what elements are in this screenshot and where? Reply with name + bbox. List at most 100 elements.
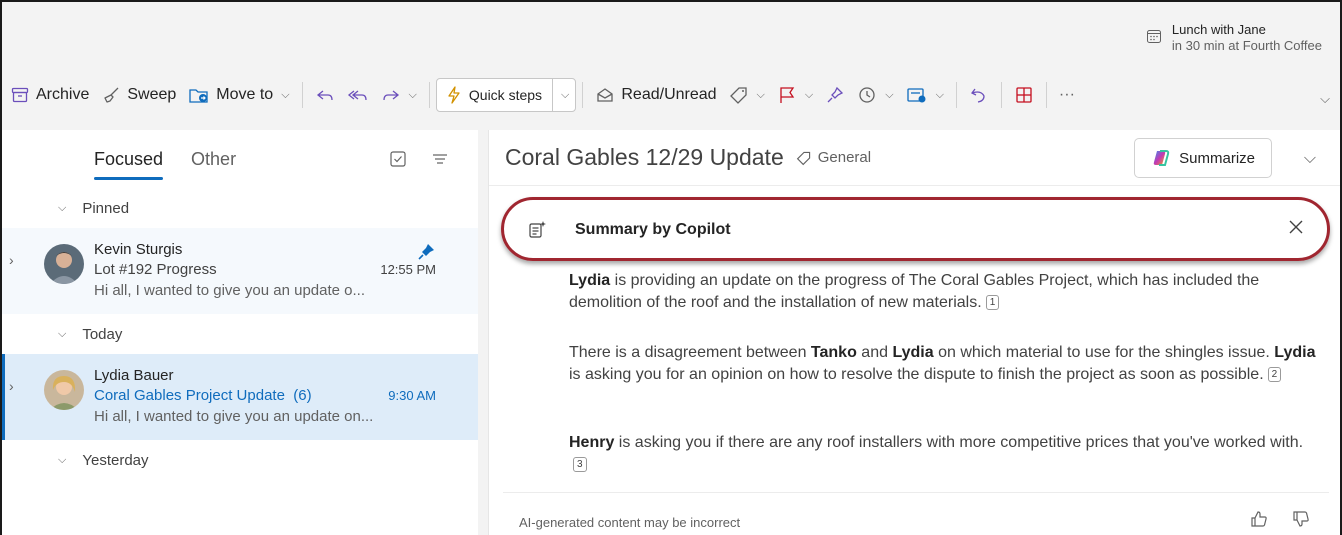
copilot-summary-card: Summary by Copilot Lydia is providing an… (501, 197, 1330, 535)
summarize-button[interactable]: Summarize (1134, 138, 1272, 178)
chevron-down-icon: ⌵ (935, 88, 944, 101)
tab-focused[interactable]: Focused (94, 130, 164, 188)
summarize-label: Summarize (1179, 149, 1255, 167)
message-item[interactable]: › Kevin Sturgis Lot #192 Progress 12:55 … (2, 228, 478, 314)
ribbon-divider (1000, 82, 1002, 108)
message-list-pane: Focused Other ⌵ Pinned › Kevin Sturgis L… (2, 130, 478, 535)
move-to-label: Move to (216, 86, 274, 103)
snooze-button[interactable]: ⌵ (851, 78, 899, 112)
summary-text: on which material to use for the shingle… (933, 344, 1275, 361)
reminder-title: Lunch with Jane (1171, 22, 1266, 37)
forward-button[interactable]: ⌵ (375, 78, 423, 112)
group-label: Pinned (82, 199, 130, 217)
archive-button[interactable]: Archive (2, 78, 95, 112)
tag-icon (729, 87, 747, 104)
chevron-right-icon[interactable]: › (9, 252, 14, 268)
chevron-down-icon: ⌵ (885, 88, 894, 101)
chevron-right-icon[interactable]: › (9, 378, 14, 394)
ribbon-toolbar: Archive Sweep Move to ⌵ ⌵ Quick steps ⌵ (2, 68, 1340, 122)
categorize-button[interactable]: ⌵ (723, 78, 771, 112)
reply-button[interactable] (309, 78, 341, 112)
quick-steps-button[interactable]: Quick steps ⌵ (435, 78, 577, 112)
ribbon-expand-icon[interactable]: ⌵ (1318, 90, 1330, 108)
pin-icon (827, 86, 844, 103)
copilot-summary-header: Summary by Copilot (503, 200, 1329, 260)
person-name: Henry (569, 434, 615, 451)
message-time: 9:30 AM (388, 388, 436, 403)
forward-icon (382, 90, 399, 101)
envelope-open-icon (597, 88, 614, 102)
lightning-icon (448, 86, 460, 104)
feedback-buttons (1249, 509, 1311, 529)
chevron-down-icon[interactable]: ⌵ (552, 79, 575, 111)
summary-text: is asking you if there are any roof inst… (614, 434, 1304, 451)
summary-paragraph-1: Lydia is providing an update on the prog… (569, 270, 1319, 314)
summary-text: is providing an update on the progress o… (569, 272, 1260, 311)
message-subject: Lot #192 Progress (94, 261, 217, 278)
move-to-button[interactable]: Move to ⌵ (182, 78, 295, 112)
copilot-icon (1153, 150, 1170, 166)
message-subject: Coral Gables Project Update (6) (94, 387, 312, 404)
apps-button[interactable] (1008, 78, 1040, 112)
list-tools (388, 149, 450, 169)
person-name: Lydia (892, 344, 934, 361)
ribbon-divider (955, 82, 957, 108)
inbox-tabs: Focused Other (2, 130, 478, 188)
summary-sparkle-icon (529, 221, 546, 238)
ribbon-divider (582, 82, 584, 108)
summary-paragraph-2: There is a disagreement between Tanko an… (569, 342, 1319, 386)
more-options-button[interactable]: ··· (1053, 78, 1081, 112)
filter-icon[interactable] (430, 149, 450, 169)
thumbs-up-icon[interactable] (1249, 509, 1269, 529)
sweep-button[interactable]: Sweep (95, 78, 182, 112)
citation-badge[interactable]: 2 (1267, 367, 1282, 382)
category-tag[interactable]: General (796, 149, 871, 166)
select-all-icon[interactable] (388, 149, 408, 169)
read-unread-button[interactable]: Read/Unread (589, 78, 722, 112)
calendar-reminder[interactable]: Lunch with Jane in 30 min at Fourth Coff… (1146, 22, 1322, 54)
person-name: Lydia (569, 272, 611, 289)
reply-all-button[interactable] (341, 78, 375, 112)
group-header-pinned[interactable]: ⌵ Pinned (2, 188, 478, 228)
email-title: Coral Gables 12/29 Update (505, 144, 784, 170)
message-preview: Hi all, I wanted to give you an update o… (94, 408, 374, 425)
summary-text: is asking you for an opinion on how to r… (569, 366, 1264, 383)
thumbs-down-icon[interactable] (1291, 509, 1311, 529)
undo-icon (970, 88, 985, 103)
flag-button[interactable]: ⌵ (771, 78, 819, 112)
person-name: Tanko (810, 344, 857, 361)
group-header-today[interactable]: ⌵ Today (2, 314, 478, 354)
reply-icon (316, 90, 333, 101)
chevron-down-icon: ⌵ (58, 327, 67, 340)
pin-button[interactable] (819, 78, 851, 112)
summary-text: There is a disagreement between (569, 344, 811, 361)
broom-icon (104, 87, 119, 103)
read-unread-label: Read/Unread (621, 86, 717, 103)
sweep-label: Sweep (127, 86, 177, 103)
ribbon-divider (428, 82, 430, 108)
copilot-summary-footer: AI-generated content may be incorrect (503, 492, 1329, 535)
pin-icon[interactable] (416, 242, 436, 262)
message-meta: Lot #192 Progress 12:55 PM (94, 260, 436, 280)
calendar-icon (1146, 30, 1161, 43)
message-item-selected[interactable]: › Lydia Bauer Coral Gables Project Updat… (2, 354, 478, 440)
tab-other[interactable]: Other (191, 149, 236, 170)
ribbon-divider (1045, 82, 1047, 108)
chevron-down-icon[interactable]: ⌵ (1304, 150, 1316, 168)
person-name: Lydia (1274, 344, 1316, 361)
citation-badge[interactable]: 1 (985, 295, 1000, 310)
summary-text: and (856, 344, 893, 361)
reminder-detail: in 30 min at Fourth Coffee (1171, 38, 1322, 53)
category-label: General (817, 149, 872, 166)
undo-button[interactable] (963, 78, 995, 112)
citation-badge[interactable]: 3 (573, 457, 587, 472)
group-label: Today (82, 325, 123, 343)
close-icon[interactable] (1287, 218, 1305, 236)
group-label: Yesterday (82, 451, 149, 469)
quick-steps-label: Quick steps (468, 87, 543, 103)
group-header-yesterday[interactable]: ⌵ Yesterday (2, 440, 478, 480)
ribbon-divider (301, 82, 303, 108)
rules-button[interactable]: ⌵ (900, 78, 950, 112)
sender-name: Lydia Bauer (94, 367, 174, 384)
folder-move-icon (189, 89, 208, 103)
